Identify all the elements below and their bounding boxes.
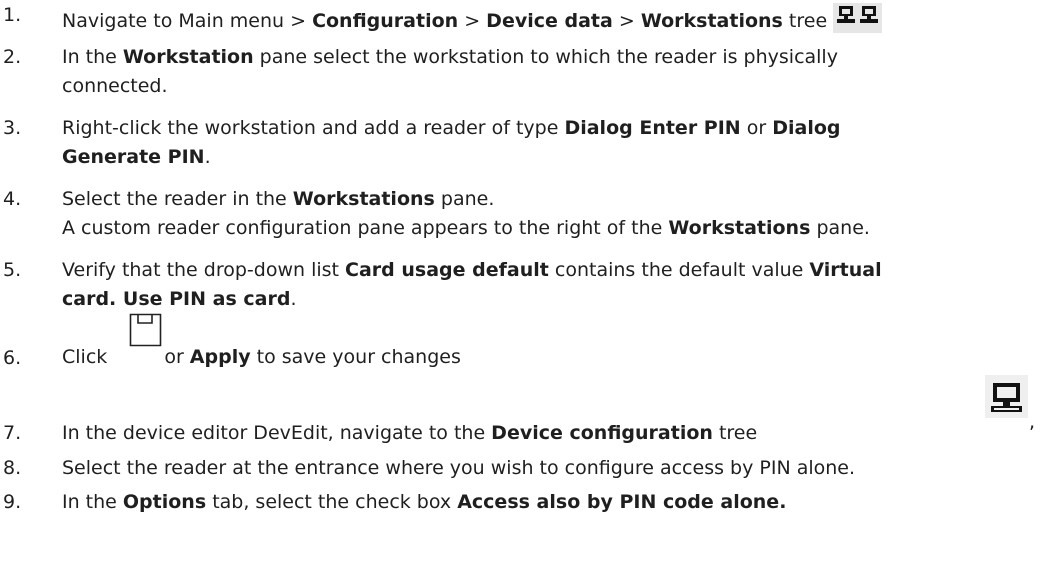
save-icon[interactable] <box>129 313 162 347</box>
step-number: 4. <box>3 188 22 210</box>
step-text: Select the reader in the Workstations pa… <box>62 188 495 210</box>
step-number: 6. <box>3 347 22 369</box>
device-configuration-icon[interactable] <box>985 375 1028 418</box>
step-number: 2. <box>3 46 22 68</box>
step-text: In the Options tab, select the check box… <box>62 491 787 513</box>
step-text: Navigate to Main menu > Configuration > … <box>62 3 883 34</box>
step-number: 8. <box>3 457 22 479</box>
step-text: Right-click the workstation and add a re… <box>62 117 841 139</box>
step-number: 9. <box>3 491 22 513</box>
step-number: 7. <box>3 422 22 444</box>
workstations-tree-icon <box>833 3 883 33</box>
step-text: In the device editor DevEdit, navigate t… <box>62 422 758 444</box>
step-text: Select the reader at the entrance where … <box>62 457 856 479</box>
step-text: Verify that the drop-down list Card usag… <box>62 259 882 281</box>
step-number: 3. <box>3 117 22 139</box>
step-text: In the Workstation pane select the works… <box>62 46 838 68</box>
step-number: 5. <box>3 259 22 281</box>
step-number: 1. <box>3 4 22 26</box>
trailing-comma: , <box>1029 411 1036 433</box>
